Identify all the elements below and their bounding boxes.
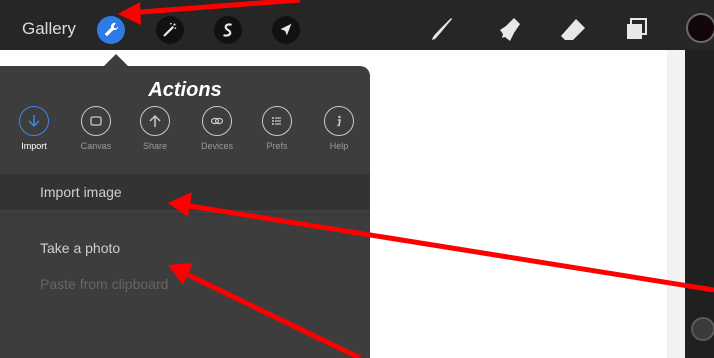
tab-canvas[interactable]: Canvas [71,106,121,151]
actions-title: Actions [148,79,222,101]
canvas-edge [667,50,685,358]
info-icon [337,115,341,127]
actions-button[interactable] [97,16,125,44]
tab-share[interactable]: Share [130,106,180,151]
color-swatch[interactable] [686,13,714,43]
up-arrow-icon [149,114,161,127]
tab-canvas-label: Canvas [80,141,112,151]
popover-pointer [104,54,128,66]
smudge-tool[interactable] [492,13,526,47]
tab-help-label: Help [329,141,349,151]
paste-clipboard-label: Paste from clipboard [40,276,169,292]
sidebar [685,50,714,358]
tab-help[interactable]: Help [314,106,364,151]
list-icon [272,117,281,125]
tab-import[interactable]: Import [9,106,59,151]
take-photo-item[interactable]: Take a photo [0,230,370,266]
brush-icon [432,18,452,40]
transform-button[interactable] [272,16,300,44]
layers-tool[interactable] [620,13,654,47]
tab-prefs-label: Prefs [266,141,288,151]
import-image-item[interactable]: Import image [0,174,370,210]
wrench-icon [104,22,119,37]
import-image-label: Import image [40,184,122,200]
smudge-icon [500,18,520,41]
canvas-icon [90,116,102,126]
adjustments-button[interactable] [156,16,184,44]
paste-clipboard-item[interactable]: Paste from clipboard [0,266,370,302]
down-arrow-icon [28,115,40,128]
arrow-cursor-icon [280,23,292,36]
menu-divider [0,214,370,215]
link-icon [210,117,224,125]
take-photo-label: Take a photo [40,240,121,256]
layers-icon [627,18,647,39]
brush-tool[interactable] [424,13,458,47]
gallery-button[interactable]: Gallery [22,19,76,39]
tab-import-label: Import [21,141,47,151]
eraser-tool[interactable] [556,13,590,47]
selection-button[interactable] [214,16,242,44]
tab-prefs[interactable]: Prefs [252,106,302,151]
sidebar-slider-knob[interactable] [691,317,714,341]
tab-devices-label: Devices [200,141,233,151]
tab-devices[interactable]: Devices [192,106,242,151]
actions-panel: Actions Import Canvas Share Devices Pref… [0,66,370,358]
selection-icon [223,23,232,37]
eraser-icon [561,19,585,40]
tab-share-label: Share [142,141,168,151]
magic-wand-icon [163,22,177,37]
